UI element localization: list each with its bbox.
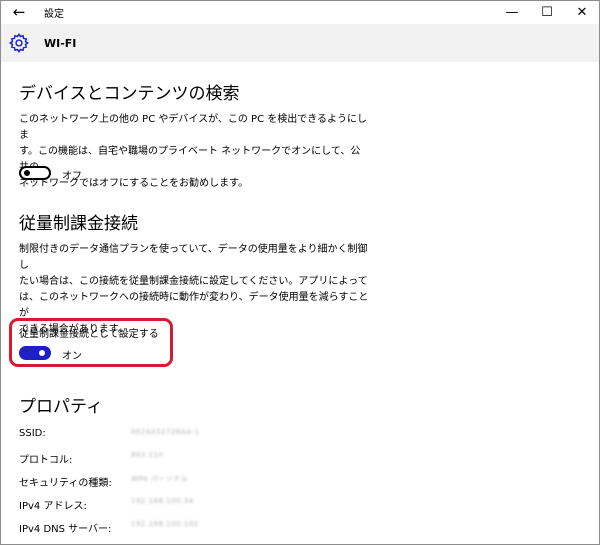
property-label: SSID: [19, 428, 46, 439]
minimize-button[interactable]: — [497, 0, 527, 24]
property-value: 192.168.100.34 [131, 497, 194, 505]
description-line: たい場合は、この接続を従量制課金接続に設定してください。アプリによって [19, 276, 368, 287]
description-line: このネットワーク上の他の PC やデバイスが、この PC を検出できるようにしま [19, 114, 368, 141]
property-row-security-type: セキュリティの種類: WPA パーソナル [19, 474, 579, 489]
property-row-protocol: プロトコル: 802.11n [19, 451, 579, 466]
metered-connection-heading: 従量制課金接続 [19, 214, 138, 234]
property-value: 192.168.100.102 [131, 520, 199, 528]
property-row-ssid: SSID: 0024A52728AA-1 [19, 428, 579, 442]
close-button[interactable]: ✕ [567, 0, 597, 24]
description-line: 制限付きのデータ通信プランを使っていて、データの使用量をより細かく制御し [19, 244, 368, 271]
title-bar: ← 設定 — ☐ ✕ [0, 0, 600, 24]
device-discovery-heading: デバイスとコンテンツの検索 [19, 84, 240, 104]
property-label: IPv4 DNS サーバー: [19, 524, 112, 535]
toggle-knob [24, 170, 30, 176]
device-discovery-toggle-state: オフ [62, 171, 82, 182]
highlight-box [9, 318, 173, 367]
back-arrow-icon[interactable]: ← [10, 3, 28, 21]
gear-icon [8, 32, 30, 54]
property-label: IPv4 アドレス: [19, 501, 87, 512]
device-discovery-toggle[interactable] [19, 166, 51, 180]
property-label: セキュリティの種類: [19, 478, 112, 489]
property-value: 0024A52728AA-1 [131, 428, 200, 436]
property-label: プロトコル: [19, 455, 73, 466]
property-value: 802.11n [131, 451, 164, 459]
page-header: WI-FI [0, 24, 600, 62]
properties-heading: プロパティ [19, 397, 103, 417]
property-value: WPA パーソナル [131, 475, 189, 483]
window-title: 設定 [44, 9, 64, 20]
property-row-ipv4-address: IPv4 アドレス: 192.168.100.34 [19, 497, 579, 512]
maximize-button[interactable]: ☐ [532, 0, 562, 24]
page-title: WI-FI [44, 37, 77, 50]
property-row-ipv4-dns: IPv4 DNS サーバー: 192.168.100.102 [19, 520, 579, 535]
